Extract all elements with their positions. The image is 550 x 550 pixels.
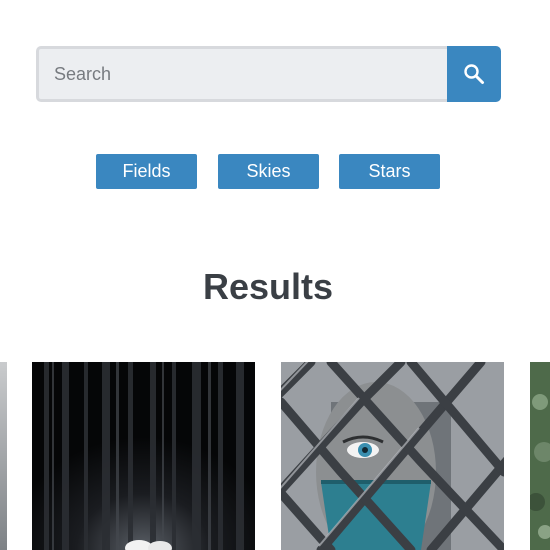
page: Fields Skies Stars Results (0, 0, 550, 550)
eye-behind-fence-image[interactable] (281, 362, 504, 550)
filter-button-stars[interactable]: Stars (339, 154, 440, 189)
search-bar (36, 46, 501, 102)
dark-forest-image[interactable] (32, 362, 255, 550)
search-button[interactable] (447, 46, 501, 102)
results-gallery (0, 362, 550, 550)
search-icon (464, 64, 484, 84)
filter-buttons: Fields Skies Stars (0, 154, 550, 189)
results-heading: Results (202, 266, 334, 307)
filter-button-fields[interactable]: Fields (96, 154, 197, 189)
partial-image-right[interactable] (530, 362, 550, 550)
partial-image-left[interactable] (0, 362, 7, 550)
search-input[interactable] (36, 46, 447, 102)
filter-button-skies[interactable]: Skies (218, 154, 319, 189)
